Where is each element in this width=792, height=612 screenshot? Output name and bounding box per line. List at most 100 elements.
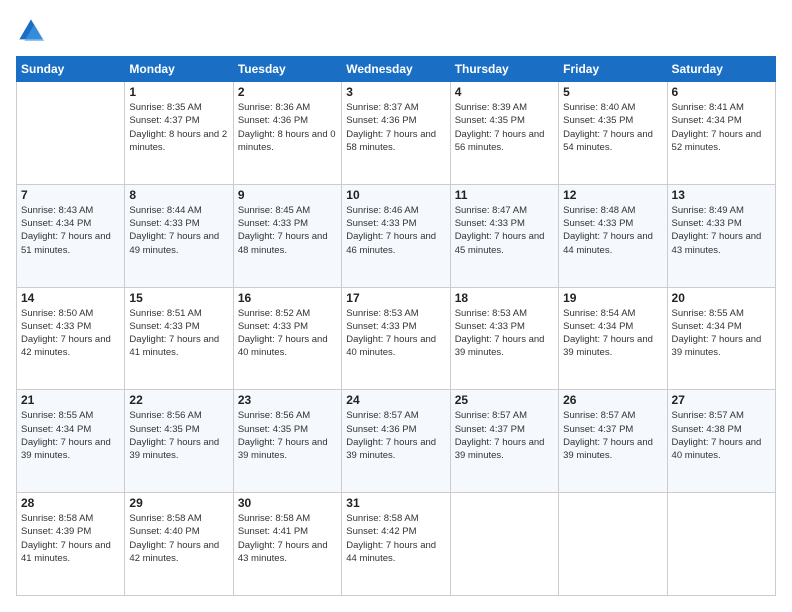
weekday-header: Thursday [450,57,558,82]
calendar-cell: 11 Sunrise: 8:47 AMSunset: 4:33 PMDayligh… [450,184,558,287]
cell-info: Sunrise: 8:58 AMSunset: 4:39 PMDaylight:… [21,512,120,565]
cell-info: Sunrise: 8:50 AMSunset: 4:33 PMDaylight:… [21,307,120,360]
cell-info: Sunrise: 8:40 AMSunset: 4:35 PMDaylight:… [563,101,662,154]
cell-info: Sunrise: 8:44 AMSunset: 4:33 PMDaylight:… [129,204,228,257]
cell-day-number: 17 [346,291,445,305]
calendar-cell: 24Sunrise: 8:57 AMSunset: 4:36 PMDayligh… [342,390,450,493]
calendar-cell: 15 Sunrise: 8:51 AMSunset: 4:33 PMDayligh… [125,287,233,390]
page: SundayMondayTuesdayWednesdayThursdayFrid… [0,0,792,612]
cell-info: Sunrise: 8:53 AMSunset: 4:33 PMDaylight:… [346,307,445,360]
cell-info: Sunrise: 8:39 AMSunset: 4:35 PMDaylight:… [455,101,554,154]
cell-day-number: 11 [455,188,554,202]
cell-day-number: 26 [563,393,662,407]
cell-info: Sunrise: 8:58 AMSunset: 4:40 PMDaylight:… [129,512,228,565]
cell-day-number: 1 [129,85,228,99]
cell-info: Sunrise: 8:55 AMSunset: 4:34 PMDaylight:… [672,307,771,360]
cell-day-number: 30 [238,496,337,510]
calendar-cell: 13Sunrise: 8:49 AMSunset: 4:33 PMDayligh… [667,184,775,287]
weekday-header: Saturday [667,57,775,82]
cell-info: Sunrise: 8:47 AMSunset: 4:33 PMDaylight:… [455,204,554,257]
cell-day-number: 18 [455,291,554,305]
cell-info: Sunrise: 8:56 AMSunset: 4:35 PMDaylight:… [238,409,337,462]
header [16,16,776,46]
calendar-cell: 29 Sunrise: 8:58 AMSunset: 4:40 PMDayligh… [125,493,233,596]
cell-day-number: 15 [129,291,228,305]
cell-info: Sunrise: 8:51 AMSunset: 4:33 PMDaylight:… [129,307,228,360]
calendar-cell: 22 Sunrise: 8:56 AMSunset: 4:35 PMDayligh… [125,390,233,493]
calendar-cell: 1 Sunrise: 8:35 AMSunset: 4:37 PMDaylight… [125,82,233,185]
calendar-cell: 17 Sunrise: 8:53 AMSunset: 4:33 PMDayligh… [342,287,450,390]
cell-info: Sunrise: 8:53 AMSunset: 4:33 PMDaylight:… [455,307,554,360]
cell-info: Sunrise: 8:35 AMSunset: 4:37 PMDaylight:… [129,101,228,154]
cell-info: Sunrise: 8:54 AMSunset: 4:34 PMDaylight:… [563,307,662,360]
calendar-cell: 21 Sunrise: 8:55 AMSunset: 4:34 PMDayligh… [17,390,125,493]
calendar-cell: 7Sunrise: 8:43 AMSunset: 4:34 PMDaylight… [17,184,125,287]
calendar-cell [17,82,125,185]
calendar-table: SundayMondayTuesdayWednesdayThursdayFrid… [16,56,776,596]
weekday-header: Monday [125,57,233,82]
calendar-cell [450,493,558,596]
cell-info: Sunrise: 8:49 AMSunset: 4:33 PMDaylight:… [672,204,771,257]
calendar-cell: 31 Sunrise: 8:58 AMSunset: 4:42 PMDayligh… [342,493,450,596]
cell-day-number: 12 [563,188,662,202]
cell-day-number: 25 [455,393,554,407]
cell-day-number: 8 [129,188,228,202]
calendar-cell: 5 Sunrise: 8:40 AMSunset: 4:35 PMDaylight… [559,82,667,185]
cell-info: Sunrise: 8:48 AMSunset: 4:33 PMDaylight:… [563,204,662,257]
cell-info: Sunrise: 8:45 AMSunset: 4:33 PMDaylight:… [238,204,337,257]
cell-day-number: 31 [346,496,445,510]
calendar-cell: 23Sunrise: 8:56 AMSunset: 4:35 PMDayligh… [233,390,341,493]
cell-info: Sunrise: 8:57 AMSunset: 4:38 PMDaylight:… [672,409,771,462]
cell-info: Sunrise: 8:46 AMSunset: 4:33 PMDaylight:… [346,204,445,257]
calendar-week-row: 1 Sunrise: 8:35 AMSunset: 4:37 PMDaylight… [17,82,776,185]
calendar-cell: 26 Sunrise: 8:57 AMSunset: 4:37 PMDayligh… [559,390,667,493]
calendar-cell: 2 Sunrise: 8:36 AMSunset: 4:36 PMDaylight… [233,82,341,185]
cell-info: Sunrise: 8:58 AMSunset: 4:42 PMDaylight:… [346,512,445,565]
cell-info: Sunrise: 8:41 AMSunset: 4:34 PMDaylight:… [672,101,771,154]
cell-day-number: 21 [21,393,120,407]
calendar-week-row: 7Sunrise: 8:43 AMSunset: 4:34 PMDaylight… [17,184,776,287]
cell-day-number: 3 [346,85,445,99]
cell-day-number: 5 [563,85,662,99]
cell-day-number: 10 [346,188,445,202]
cell-day-number: 2 [238,85,337,99]
cell-day-number: 19 [563,291,662,305]
calendar-cell: 16Sunrise: 8:52 AMSunset: 4:33 PMDayligh… [233,287,341,390]
calendar-cell: 9 Sunrise: 8:45 AMSunset: 4:33 PMDaylight… [233,184,341,287]
calendar-cell: 20 Sunrise: 8:55 AMSunset: 4:34 PMDayligh… [667,287,775,390]
cell-info: Sunrise: 8:43 AMSunset: 4:34 PMDaylight:… [21,204,120,257]
weekday-header: Wednesday [342,57,450,82]
cell-info: Sunrise: 8:57 AMSunset: 4:37 PMDaylight:… [563,409,662,462]
cell-info: Sunrise: 8:36 AMSunset: 4:36 PMDaylight:… [238,101,337,154]
cell-info: Sunrise: 8:55 AMSunset: 4:34 PMDaylight:… [21,409,120,462]
calendar-cell: 4 Sunrise: 8:39 AMSunset: 4:35 PMDaylight… [450,82,558,185]
calendar-week-row: 21 Sunrise: 8:55 AMSunset: 4:34 PMDayligh… [17,390,776,493]
calendar-cell: 19 Sunrise: 8:54 AMSunset: 4:34 PMDayligh… [559,287,667,390]
cell-info: Sunrise: 8:57 AMSunset: 4:37 PMDaylight:… [455,409,554,462]
calendar-cell: 27Sunrise: 8:57 AMSunset: 4:38 PMDayligh… [667,390,775,493]
logo [16,16,50,46]
cell-day-number: 4 [455,85,554,99]
cell-day-number: 9 [238,188,337,202]
calendar-cell: 8 Sunrise: 8:44 AMSunset: 4:33 PMDaylight… [125,184,233,287]
cell-info: Sunrise: 8:58 AMSunset: 4:41 PMDaylight:… [238,512,337,565]
calendar-cell: 10 Sunrise: 8:46 AMSunset: 4:33 PMDayligh… [342,184,450,287]
weekday-header: Sunday [17,57,125,82]
calendar-week-row: 14 Sunrise: 8:50 AMSunset: 4:33 PMDayligh… [17,287,776,390]
cell-day-number: 14 [21,291,120,305]
calendar-cell: 25 Sunrise: 8:57 AMSunset: 4:37 PMDayligh… [450,390,558,493]
calendar-cell [559,493,667,596]
calendar-cell: 6 Sunrise: 8:41 AMSunset: 4:34 PMDaylight… [667,82,775,185]
calendar-cell: 12 Sunrise: 8:48 AMSunset: 4:33 PMDayligh… [559,184,667,287]
cell-day-number: 24 [346,393,445,407]
calendar-cell: 18 Sunrise: 8:53 AMSunset: 4:33 PMDayligh… [450,287,558,390]
cell-day-number: 6 [672,85,771,99]
cell-day-number: 29 [129,496,228,510]
cell-day-number: 22 [129,393,228,407]
calendar-week-row: 28 Sunrise: 8:58 AMSunset: 4:39 PMDayligh… [17,493,776,596]
cell-day-number: 20 [672,291,771,305]
cell-day-number: 28 [21,496,120,510]
cell-day-number: 16 [238,291,337,305]
logo-icon [16,16,46,46]
cell-info: Sunrise: 8:56 AMSunset: 4:35 PMDaylight:… [129,409,228,462]
